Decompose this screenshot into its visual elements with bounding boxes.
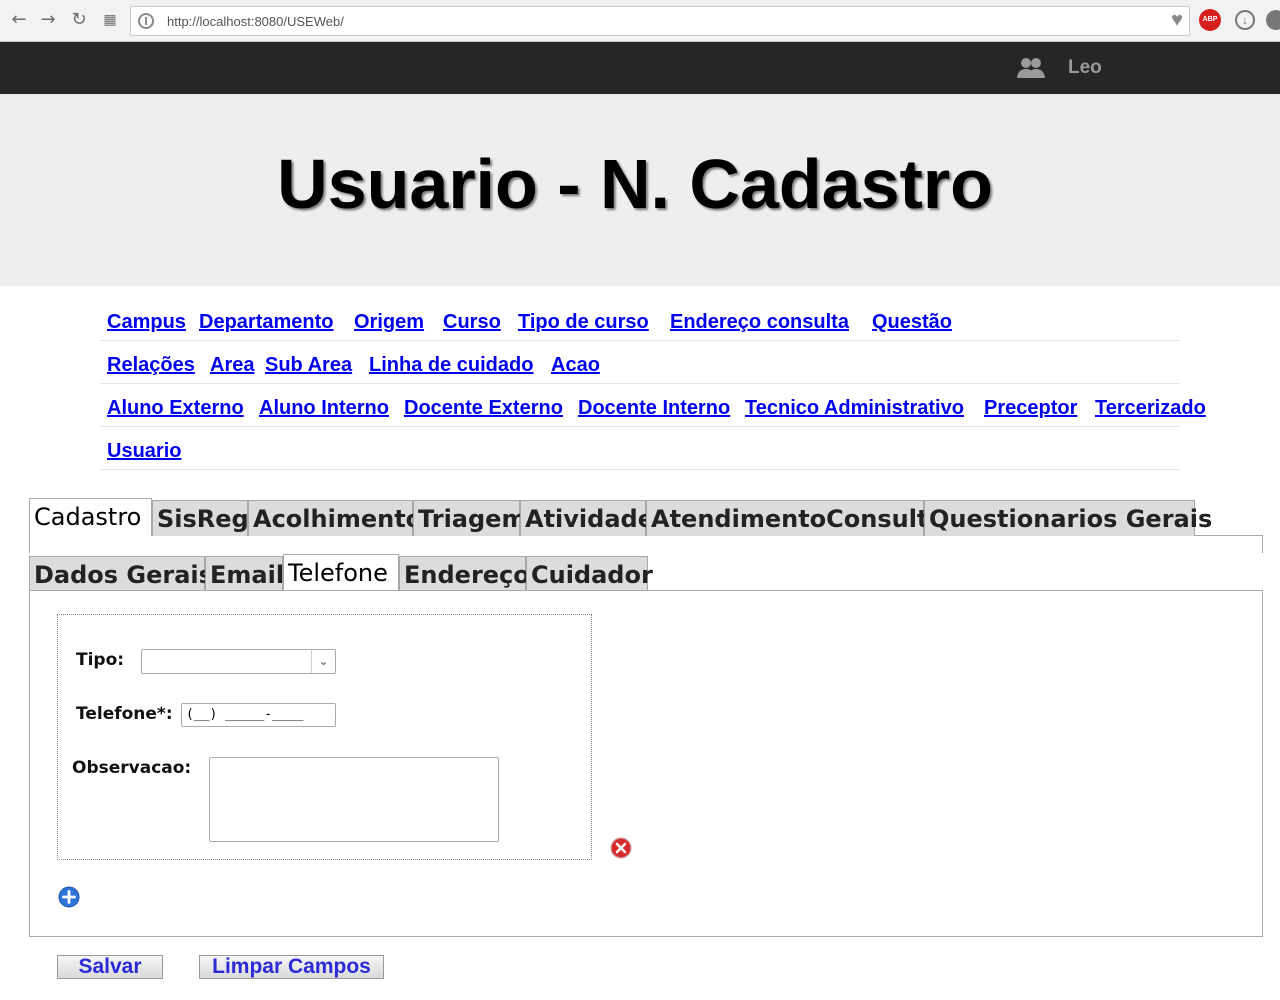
tab-questionarios-gerais[interactable]: Questionarios Gerais [924,500,1212,536]
menu-link-campus[interactable]: Campus [107,311,186,334]
address-bar[interactable]: http://localhost:8080/USEWeb/ ♥ [130,6,1190,36]
page-title: Usuario - N. Cadastro [277,145,993,223]
tab-atividade[interactable]: Atividade [520,500,654,536]
menu-link-sub-area[interactable]: Sub Area [265,354,352,377]
menu-link-relacoes[interactable]: Relações [107,354,195,377]
tab-sisreg[interactable]: SisReg [152,500,249,536]
clear-fields-button[interactable]: Limpar Campos [199,955,384,979]
menu-link-endereco-consulta[interactable]: Endereço consulta [670,311,849,334]
browser-toolbar: ← → ↻ ▦ http://localhost:8080/USEWeb/ ♥ … [0,0,1280,42]
menu-row-4: Usuario [100,428,1180,470]
menu-link-aluno-externo[interactable]: Aluno Externo [107,397,244,420]
menu-link-docente-interno[interactable]: Docente Interno [578,397,730,420]
main-tab-panel [29,535,1263,553]
menu-row-2: Relações Area Sub Area Linha de cuidado … [100,342,1180,384]
menu-link-tercerizado[interactable]: Tercerizado [1095,397,1206,420]
user-name[interactable]: Leo [1068,57,1102,79]
tab-triagem[interactable]: Triagem [413,500,526,536]
menu-row-1: Campus Departamento Origem Curso Tipo de… [100,299,1180,341]
remove-circle-icon[interactable] [610,837,632,859]
back-arrow-icon[interactable]: ← [8,9,30,31]
menu-link-tecnico-administrativo[interactable]: Tecnico Administrativo [745,397,964,420]
tab-atendimentoconsulta[interactable]: AtendimentoConsulta [646,500,945,536]
page-info-icon[interactable] [138,13,154,29]
tab-dados-gerais[interactable]: Dados Gerais [29,556,213,592]
telefone-input[interactable]: (__) _____-____ [181,703,336,727]
observacao-textarea[interactable] [209,757,499,842]
menu-link-questao[interactable]: Questão [872,311,952,334]
menu-link-docente-externo[interactable]: Docente Externo [404,397,563,420]
menu-row-3: Aluno Externo Aluno Interno Docente Exte… [100,385,1206,427]
telefone-label: Telefone*: [76,704,173,724]
forward-arrow-icon[interactable]: → [37,9,59,31]
reload-icon[interactable]: ↻ [68,9,90,31]
tab-telefone[interactable]: Telefone [283,554,399,592]
menu-link-departamento[interactable]: Departamento [199,311,333,334]
url-text[interactable]: http://localhost:8080/USEWeb/ [167,14,344,29]
tab-acolhimento[interactable]: Acolhimento [248,500,422,536]
adblock-icon[interactable]: ABP [1199,9,1221,31]
chevron-down-icon[interactable]: ⌄ [311,650,335,673]
menu-link-area[interactable]: Area [210,354,254,377]
menu-link-acao[interactable]: Acao [551,354,600,377]
page-hero: Usuario - N. Cadastro [0,94,1280,286]
tab-email[interactable]: Email [205,556,284,592]
tab-endereco[interactable]: Endereço [399,556,530,592]
download-icon[interactable]: ↓ [1235,10,1255,30]
app-topbar: Leo [0,42,1280,94]
profile-icon[interactable] [1266,10,1280,30]
observacao-label: Observacao: [72,758,192,778]
tipo-select[interactable]: ⌄ [141,649,336,674]
menu-link-origem[interactable]: Origem [354,311,424,334]
save-button[interactable]: Salvar [57,955,163,979]
add-circle-icon[interactable] [58,886,80,908]
tab-cuidador[interactable]: Cuidador [526,556,653,592]
users-icon[interactable] [1017,56,1045,80]
tab-cadastro[interactable]: Cadastro [29,498,152,536]
menu-link-tipo-de-curso[interactable]: Tipo de curso [518,311,649,334]
menu-link-aluno-interno[interactable]: Aluno Interno [259,397,389,420]
menu-link-usuario[interactable]: Usuario [107,440,181,463]
menu-link-curso[interactable]: Curso [443,311,501,334]
menu-link-linha-de-cuidado[interactable]: Linha de cuidado [369,354,533,377]
bookmark-heart-icon[interactable]: ♥ [1171,9,1183,32]
tipo-label: Tipo: [76,650,125,670]
apps-grid-icon[interactable]: ▦ [99,9,121,31]
menu-link-preceptor[interactable]: Preceptor [984,397,1077,420]
